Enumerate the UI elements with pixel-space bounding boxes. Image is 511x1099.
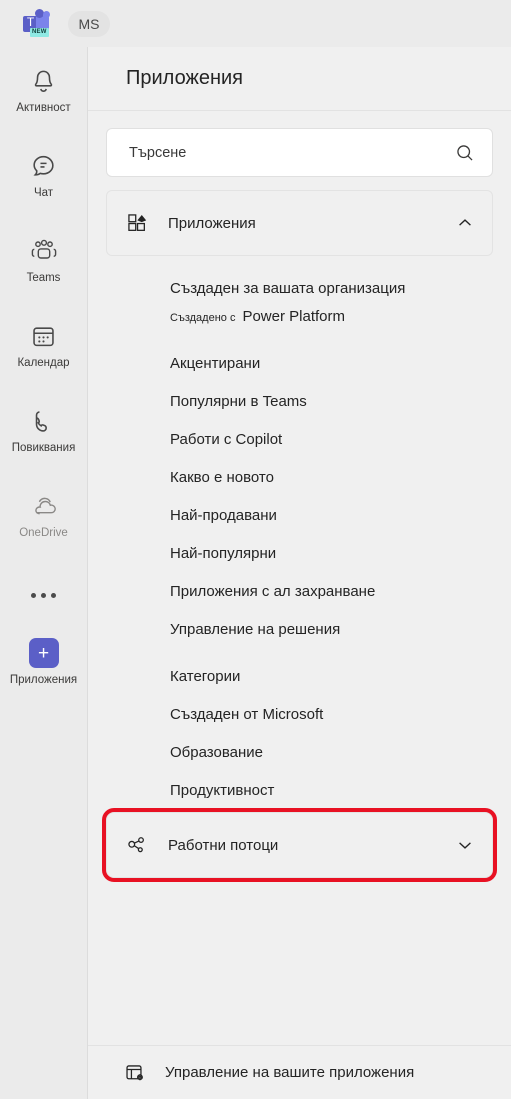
sidebar-item-activity[interactable]: Активност bbox=[0, 65, 87, 133]
sidebar-item-chat[interactable]: Чат bbox=[0, 150, 87, 218]
list-item-built-for-org[interactable]: Създаден за вашата организация bbox=[170, 256, 493, 297]
section-workflows-label: Работни потоци bbox=[168, 836, 279, 854]
app-rail: Активност Чат Teams Календар Повиквания … bbox=[0, 47, 88, 1099]
list-item-manage-solutions[interactable]: Управление на решения bbox=[170, 600, 493, 638]
list-gap bbox=[170, 638, 493, 668]
built-with-name: Power Platform bbox=[242, 308, 345, 325]
sidebar-item-calendar[interactable]: Календар bbox=[0, 320, 87, 388]
more-dots-icon[interactable] bbox=[0, 575, 87, 615]
list-item-whats-new[interactable]: Какво е новото bbox=[170, 448, 493, 486]
phone-icon bbox=[30, 405, 57, 437]
sidebar-item-onedrive[interactable]: OneDrive bbox=[0, 490, 87, 558]
teams-people-icon bbox=[29, 235, 59, 267]
page-title: Приложения bbox=[88, 47, 511, 111]
dot bbox=[51, 592, 56, 598]
sidebar-item-teams[interactable]: Teams bbox=[0, 235, 87, 303]
calendar-icon bbox=[30, 320, 57, 352]
search-icon[interactable] bbox=[454, 142, 476, 164]
list-item-categories[interactable]: Категории bbox=[170, 668, 493, 685]
sidebar-item-label: Повиквания bbox=[11, 442, 76, 454]
sidebar-item-label: Активност bbox=[16, 102, 71, 114]
workflow-share-icon bbox=[126, 834, 152, 856]
sidebar-item-apps[interactable]: + Приложения bbox=[0, 637, 87, 705]
manage-apps-icon bbox=[124, 1062, 150, 1084]
search-box[interactable] bbox=[106, 128, 493, 177]
search-input[interactable] bbox=[127, 143, 454, 162]
list-item-popular-teams[interactable]: Популярни в Teams bbox=[170, 372, 493, 410]
list-item-built-with[interactable]: Създадено с Power Platform bbox=[170, 297, 493, 325]
section-workflows[interactable]: Работни потоци bbox=[102, 808, 497, 882]
sidebar-item-label: Приложения bbox=[9, 674, 78, 686]
list-item-productivity[interactable]: Продуктивност bbox=[170, 761, 493, 799]
cloud-icon bbox=[29, 490, 59, 522]
dot bbox=[31, 592, 36, 598]
apps-panel: Приложения Търсене Приложения Създаден з… bbox=[88, 47, 511, 1099]
section-apps-label: Приложения bbox=[168, 214, 256, 232]
teams-logo: NEW bbox=[22, 8, 52, 39]
sidebar-item-calls[interactable]: Повиквания bbox=[0, 405, 87, 473]
avatar[interactable]: MS bbox=[68, 10, 110, 37]
chevron-down-icon[interactable] bbox=[455, 835, 475, 855]
list-item-education[interactable]: Образование bbox=[170, 723, 493, 761]
list-item-featured[interactable]: Акцентирани bbox=[170, 355, 493, 372]
chevron-up-icon[interactable] bbox=[455, 213, 475, 233]
chat-icon bbox=[30, 150, 57, 182]
manage-your-apps-row[interactable]: Управление на вашите приложения bbox=[88, 1045, 511, 1099]
manage-your-apps-label: Управление на вашите приложения bbox=[165, 1064, 415, 1081]
main-layout: Активност Чат Teams Календар Повиквания … bbox=[0, 47, 511, 1099]
title-bar: NEW MS bbox=[0, 0, 511, 47]
plus-icon: + bbox=[28, 637, 59, 669]
sidebar-item-label: Чат bbox=[33, 187, 54, 199]
section-apps[interactable]: Приложения bbox=[106, 190, 493, 256]
list-item-ai-powered-apps[interactable]: Приложения с ал захранване bbox=[170, 562, 493, 600]
sidebar-item-label: OneDrive bbox=[19, 527, 68, 539]
apps-plus-tile: + bbox=[28, 638, 59, 668]
built-with-prefix: Създадено с bbox=[170, 312, 236, 324]
sidebar-item-label: Календар bbox=[17, 357, 70, 369]
teams-logo-person-head-small bbox=[43, 10, 50, 18]
apps-nav-list: Създаден за вашата организация Създадено… bbox=[106, 256, 493, 799]
apps-grid-icon bbox=[126, 212, 152, 234]
panel-content: Приложения Създаден за вашата организаци… bbox=[88, 111, 511, 1045]
list-item-works-copilot[interactable]: Работи с Copilot bbox=[170, 410, 493, 448]
list-item-top-selling[interactable]: Най-продавани bbox=[170, 486, 493, 524]
sidebar-item-label: Teams bbox=[26, 272, 61, 284]
bell-icon bbox=[30, 65, 57, 97]
new-badge: NEW bbox=[30, 27, 49, 37]
list-item-most-popular[interactable]: Най-популярни bbox=[170, 524, 493, 562]
dot bbox=[41, 592, 46, 598]
list-item-by-microsoft[interactable]: Създаден от Microsoft bbox=[170, 685, 493, 723]
list-gap bbox=[170, 325, 493, 355]
